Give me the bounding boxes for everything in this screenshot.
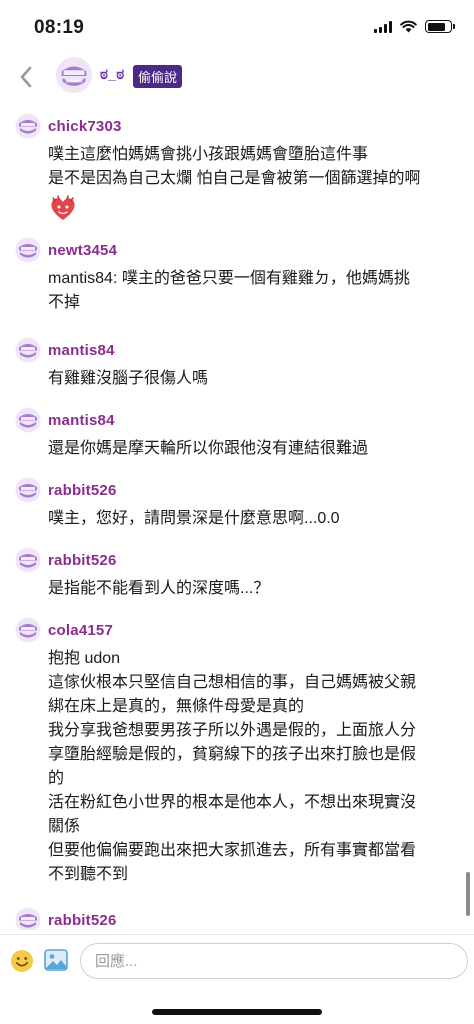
message-header: mantis84 (0, 336, 474, 364)
message-text: 噗主這麼怕媽媽會挑小孩跟媽媽會墮胎這件事是不是因為自己太爛 怕自己是會被第一個篩… (48, 143, 458, 191)
message-username[interactable]: rabbit526 (48, 552, 117, 569)
message-line: 綁在床上是真的，無條件母愛是真的 (48, 698, 305, 715)
avatar[interactable] (15, 113, 41, 139)
scrollbar[interactable] (466, 872, 470, 916)
reply-bar (0, 934, 474, 1024)
message-line: 不掉 (48, 294, 81, 311)
message-text: 抱抱 udon 這傢伙根本只堅信自己想相信的事，自己媽媽被父親 綁在床上是真的，無條… (48, 647, 458, 887)
message-line: mantis84: 噗主的爸爸只要一個有雞雞ㄉ，他媽媽挑 (48, 270, 410, 287)
message-item[interactable]: rabbit526 是指能不能看到人的深度嗎...？ (0, 546, 474, 601)
message-line: 噗主，您好，請問景深是什麼意思啊...0.0 (48, 510, 340, 527)
message-line: 噗主這麼怕媽媽會挑小孩跟媽媽會墮胎這件事 (48, 146, 369, 163)
message-item[interactable]: rabbit526 噗主，您好，請問景深是什麼意思啊...0.0 (0, 476, 474, 531)
message-username[interactable]: mantis84 (48, 342, 115, 359)
message-header: rabbit526 (0, 476, 474, 504)
avatar[interactable] (55, 56, 93, 94)
message-line: 活在粉紅色小世界的根本是他本人，不想出來現實沒 (48, 794, 417, 811)
message-username[interactable]: rabbit526 (48, 912, 117, 929)
message-header: newt3454 (0, 236, 474, 264)
header-username[interactable]: ಠ_ಠ (100, 66, 124, 83)
message-item[interactable]: cola4157 抱抱 udon 這傢伙根本只堅信自己想相信的事，自己媽媽被父親 綁在… (0, 616, 474, 887)
message-line: 還是你媽是摩天輪所以你跟他沒有連結很難過 (48, 440, 369, 457)
message-header: cola4157 (0, 616, 474, 644)
avatar[interactable] (15, 477, 41, 503)
message-text: 還是你媽是摩天輪所以你跟他沒有連結很難過 (48, 437, 458, 461)
message-header: rabbit526 (0, 906, 474, 930)
avatar[interactable] (15, 617, 41, 643)
chat-header: ಠ_ಠ 偷偷說 (0, 54, 474, 100)
message-list[interactable]: chick7303 噗主這麼怕媽媽會挑小孩跟媽媽會墮胎這件事是不是因為自己太爛 怕… (0, 102, 474, 930)
message-line: 是不是因為自己太爛 怕自己是會被第一個篩選掉的啊 (48, 170, 421, 187)
message-text: 噗主，您好，請問景深是什麼意思啊...0.0 (48, 507, 458, 531)
message-line: 有雞雞沒腦子很傷人嗎 (48, 370, 209, 387)
sticker-icon (51, 195, 75, 220)
message-line: 不到聽不到 (48, 866, 129, 883)
avatar[interactable] (15, 337, 41, 363)
message-line: 我分享我爸想要男孩子所以外遇是假的，上面旅人分 (48, 722, 417, 739)
message-item[interactable]: chick7303 噗主這麼怕媽媽會挑小孩跟媽媽會墮胎這件事是不是因為自己太爛 怕… (0, 112, 474, 228)
avatar[interactable] (15, 407, 41, 433)
message-item[interactable]: mantis84 還是你媽是摩天輪所以你跟他沒有連結很難過 (0, 406, 474, 461)
chevron-left-icon (20, 66, 32, 88)
message-line: 但要他偏偏要跑出來把大家抓進去，所有事實都當看 (48, 842, 417, 859)
back-button[interactable] (12, 60, 40, 94)
message-username[interactable]: chick7303 (48, 118, 122, 135)
message-username[interactable]: newt3454 (48, 242, 117, 259)
home-indicator (152, 1009, 322, 1015)
avatar[interactable] (15, 547, 41, 573)
image-icon[interactable] (44, 949, 68, 971)
message-header: chick7303 (0, 112, 474, 140)
message-line: 是指能不能看到人的深度嗎...？ (48, 580, 270, 597)
message-text: mantis84: 噗主的爸爸只要一個有雞雞ㄉ，他媽媽挑 不掉 (48, 267, 458, 315)
emoji-icon[interactable] (10, 949, 34, 973)
anonymous-tag: 偷偷說 (133, 65, 183, 88)
message-item[interactable]: rabbit526 (0, 906, 474, 930)
battery-icon (425, 20, 455, 33)
message-header: mantis84 (0, 406, 474, 434)
message-line: 的 (48, 770, 65, 787)
message-username[interactable]: rabbit526 (48, 482, 117, 499)
message-line: 關係 (48, 818, 81, 835)
message-username[interactable]: mantis84 (48, 412, 115, 429)
wifi-icon (400, 20, 417, 33)
avatar[interactable] (15, 907, 41, 930)
message-item[interactable]: newt3454 mantis84: 噗主的爸爸只要一個有雞雞ㄉ，他媽媽挑 不掉 (0, 236, 474, 315)
status-icons (374, 20, 455, 33)
message-line: 這傢伙根本只堅信自己想相信的事，自己媽媽被父親 (48, 674, 417, 691)
reply-input[interactable] (80, 943, 468, 979)
message-item[interactable]: mantis84 有雞雞沒腦子很傷人嗎 (0, 336, 474, 391)
message-header: rabbit526 (0, 546, 474, 574)
avatar[interactable] (15, 237, 41, 263)
message-username[interactable]: cola4157 (48, 622, 113, 639)
message-text: 有雞雞沒腦子很傷人嗎 (48, 367, 458, 391)
message-line: 抱抱 udon (48, 650, 121, 667)
message-line: 享墮胎經驗是假的，貧窮線下的孩子出來打臉也是假 (48, 746, 417, 763)
message-text: 是指能不能看到人的深度嗎...？ (48, 577, 458, 601)
status-bar: 08:19 (0, 0, 474, 54)
status-time: 08:19 (34, 17, 85, 38)
cellular-signal-icon (374, 20, 392, 33)
